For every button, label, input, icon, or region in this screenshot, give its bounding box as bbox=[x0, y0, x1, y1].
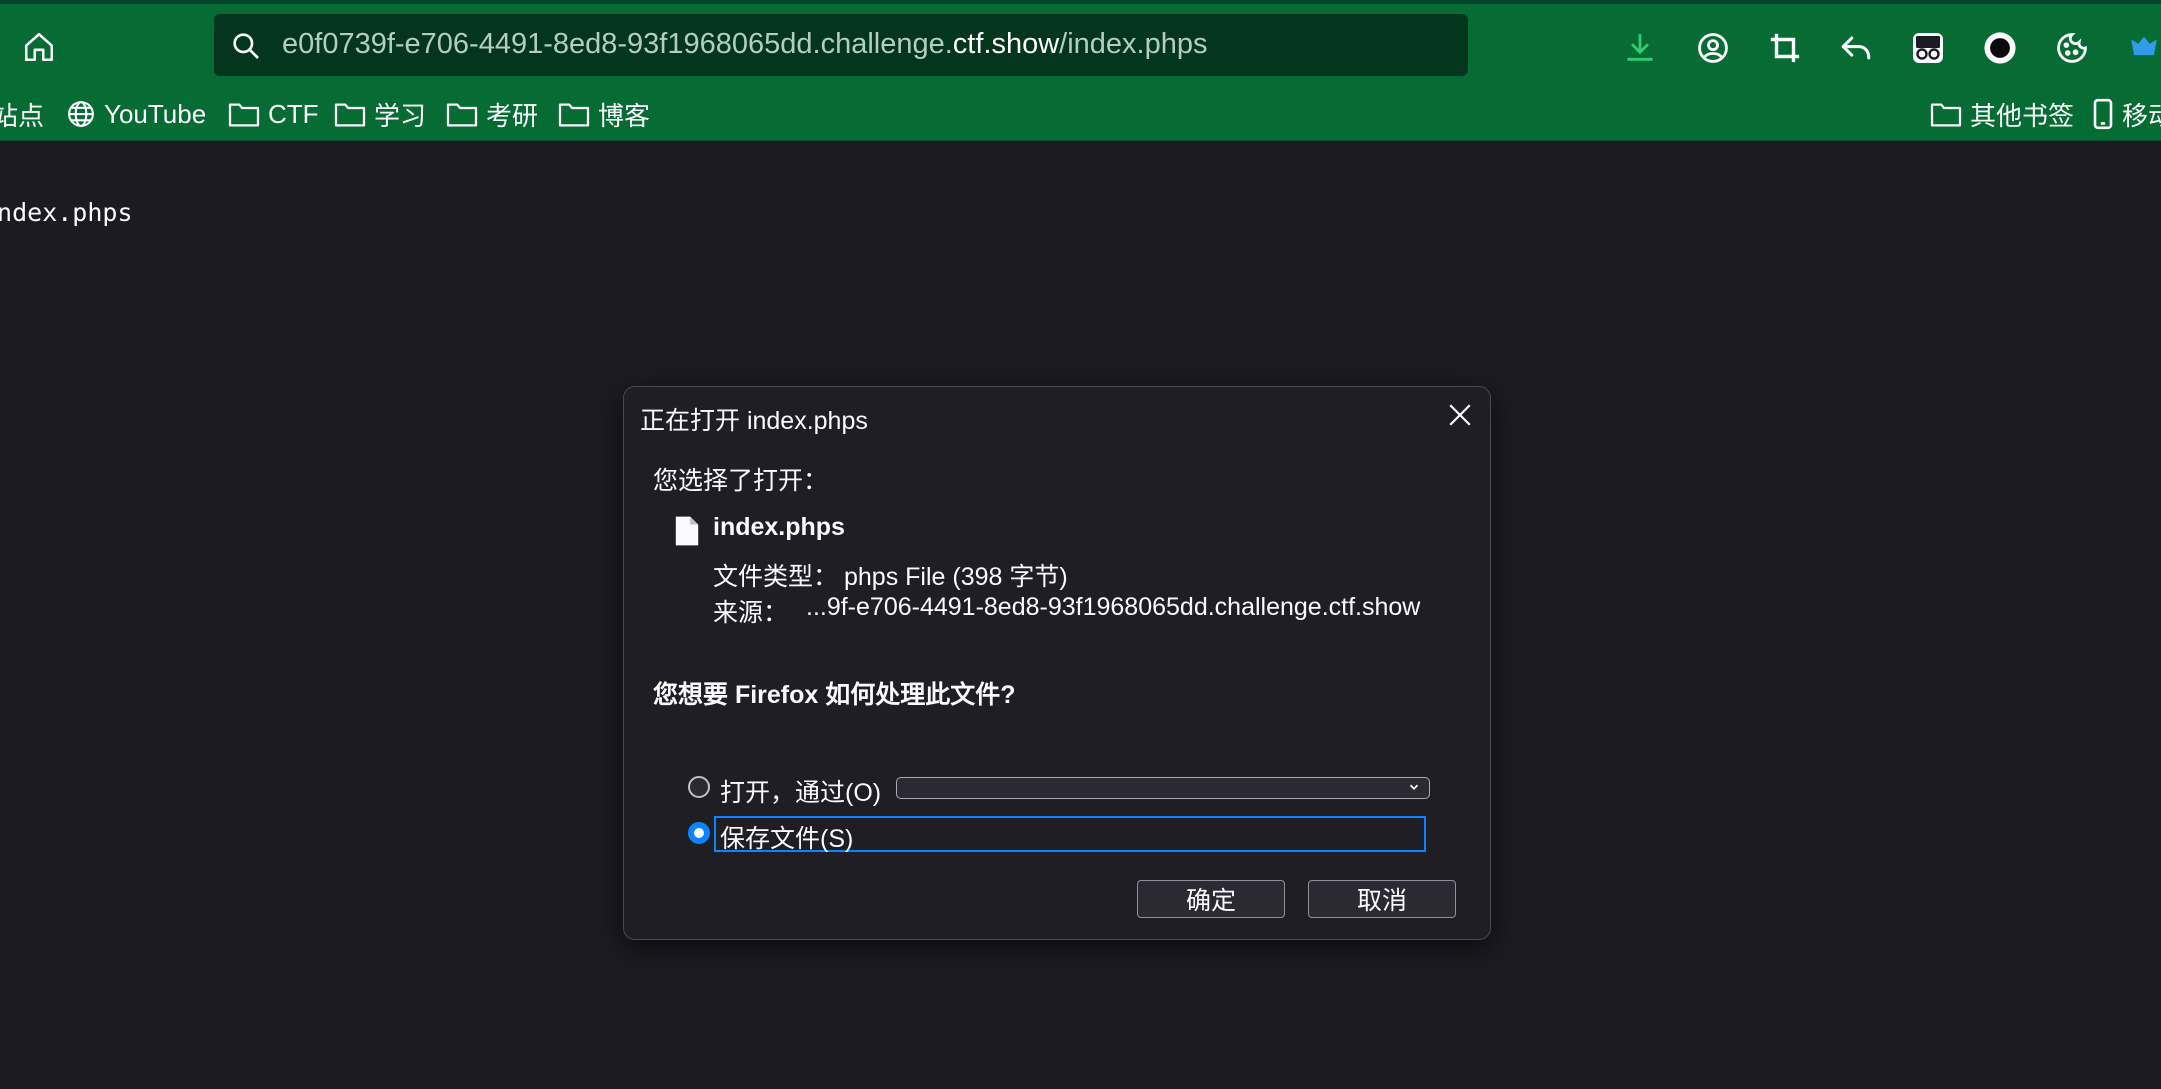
bookmark-mobile[interactable]: 移动 bbox=[2092, 96, 2161, 132]
folder-icon bbox=[1930, 103, 1962, 127]
open-with-app-select[interactable] bbox=[896, 777, 1430, 799]
cookie-icon bbox=[2057, 33, 2087, 63]
url-path: /index.phps bbox=[1059, 28, 1208, 60]
extension-icon bbox=[2131, 36, 2157, 56]
browser-toolbar: e0f0739f-e706-4491-8ed8-93f1968065dd.cha… bbox=[0, 0, 2161, 88]
bookmark-folder-exam[interactable]: 考研 bbox=[446, 96, 538, 132]
file-type-label: 文件类型： bbox=[713, 563, 839, 591]
account-button[interactable] bbox=[1693, 28, 1733, 68]
bookmark-label: 其他书签 bbox=[1970, 100, 2075, 131]
record-icon bbox=[1984, 32, 2016, 64]
bookmarks-toolbar: 站点 YouTube CTF 学习 考研 博客 其他书签 移动 bbox=[0, 88, 2161, 141]
page-content-text: index.phps bbox=[0, 198, 133, 227]
bookmark-folder-blog[interactable]: 博客 bbox=[558, 96, 650, 132]
download-dialog: 正在打开 index.phps 您选择了打开： index.phps 文件类型：… bbox=[623, 386, 1491, 940]
file-icon bbox=[675, 516, 699, 546]
folder-icon bbox=[446, 103, 478, 127]
home-button[interactable] bbox=[18, 26, 60, 68]
mobile-icon bbox=[2093, 98, 2113, 130]
crop-icon bbox=[1770, 33, 1800, 63]
file-source-label: 来源： bbox=[713, 599, 789, 627]
account-icon bbox=[1698, 33, 1728, 63]
chosen-label: 您选择了打开： bbox=[653, 467, 829, 495]
bookmark-label: CTF bbox=[268, 98, 319, 129]
downloads-button[interactable] bbox=[1620, 28, 1660, 68]
file-source-value: ...9f-e706-4491-8ed8-93f1968065dd.challe… bbox=[806, 593, 1421, 621]
globe-icon bbox=[68, 101, 94, 127]
dialog-body: 您选择了打开： index.phps 文件类型： phps File (398 … bbox=[624, 443, 1490, 939]
extension-glasses-button[interactable] bbox=[1908, 28, 1948, 68]
cancel-button[interactable]: 取消 bbox=[1308, 880, 1456, 918]
bookmark-label: 博客 bbox=[598, 100, 651, 131]
bookmark-other[interactable]: 其他书签 bbox=[1930, 96, 2074, 132]
search-icon bbox=[233, 33, 259, 59]
file-name: index.phps bbox=[713, 513, 845, 541]
save-file-label[interactable]: 保存文件(S) bbox=[720, 819, 853, 855]
home-icon bbox=[24, 32, 54, 62]
open-with-label[interactable]: 打开，通过(O) bbox=[720, 773, 881, 809]
bookmark-folder-study[interactable]: 学习 bbox=[334, 96, 426, 132]
bookmark-label: 移动 bbox=[2122, 100, 2161, 131]
bookmark-label: 站点 bbox=[0, 100, 45, 131]
undo-button[interactable] bbox=[1836, 28, 1876, 68]
extension-bird-button[interactable] bbox=[2124, 28, 2161, 68]
dialog-close-button[interactable] bbox=[1444, 399, 1476, 431]
screenshot-button[interactable] bbox=[1765, 28, 1805, 68]
glasses-icon bbox=[1913, 33, 1943, 63]
bookmark-folder-ctf[interactable]: CTF bbox=[228, 96, 319, 132]
url-domain: ctf.show bbox=[952, 28, 1060, 60]
bookmark-label: 学习 bbox=[374, 100, 427, 131]
url-text[interactable]: e0f0739f-e706-4491-8ed8-93f1968065dd.cha… bbox=[282, 28, 1208, 61]
bookmark-youtube[interactable]: YouTube bbox=[66, 96, 206, 132]
bookmark-label: YouTube bbox=[104, 98, 207, 129]
folder-icon bbox=[228, 103, 260, 127]
open-with-radio[interactable] bbox=[688, 776, 710, 798]
dialog-titlebar: 正在打开 index.phps bbox=[624, 387, 1490, 443]
url-prefix: e0f0739f-e706-4491-8ed8-93f1968065dd.cha… bbox=[282, 28, 953, 60]
ok-button[interactable]: 确定 bbox=[1137, 880, 1285, 918]
undo-icon bbox=[1841, 36, 1871, 60]
dialog-title: 正在打开 index.phps bbox=[640, 407, 868, 435]
bookmark-label: 考研 bbox=[486, 100, 539, 131]
file-type-value: phps File (398 字节) bbox=[844, 563, 1068, 591]
url-bar[interactable]: e0f0739f-e706-4491-8ed8-93f1968065dd.cha… bbox=[214, 14, 1468, 76]
chevron-down-icon bbox=[1409, 784, 1419, 790]
save-file-radio[interactable] bbox=[688, 822, 710, 844]
handling-question: 您想要 Firefox 如何处理此文件? bbox=[653, 681, 1016, 709]
extension-record-button[interactable] bbox=[1980, 28, 2020, 68]
download-icon bbox=[1627, 33, 1653, 61]
extension-cookie-button[interactable] bbox=[2052, 28, 2092, 68]
folder-icon bbox=[558, 103, 590, 127]
folder-icon bbox=[334, 103, 366, 127]
bookmark-sites[interactable]: 站点 bbox=[0, 96, 44, 132]
close-icon bbox=[1449, 404, 1471, 426]
